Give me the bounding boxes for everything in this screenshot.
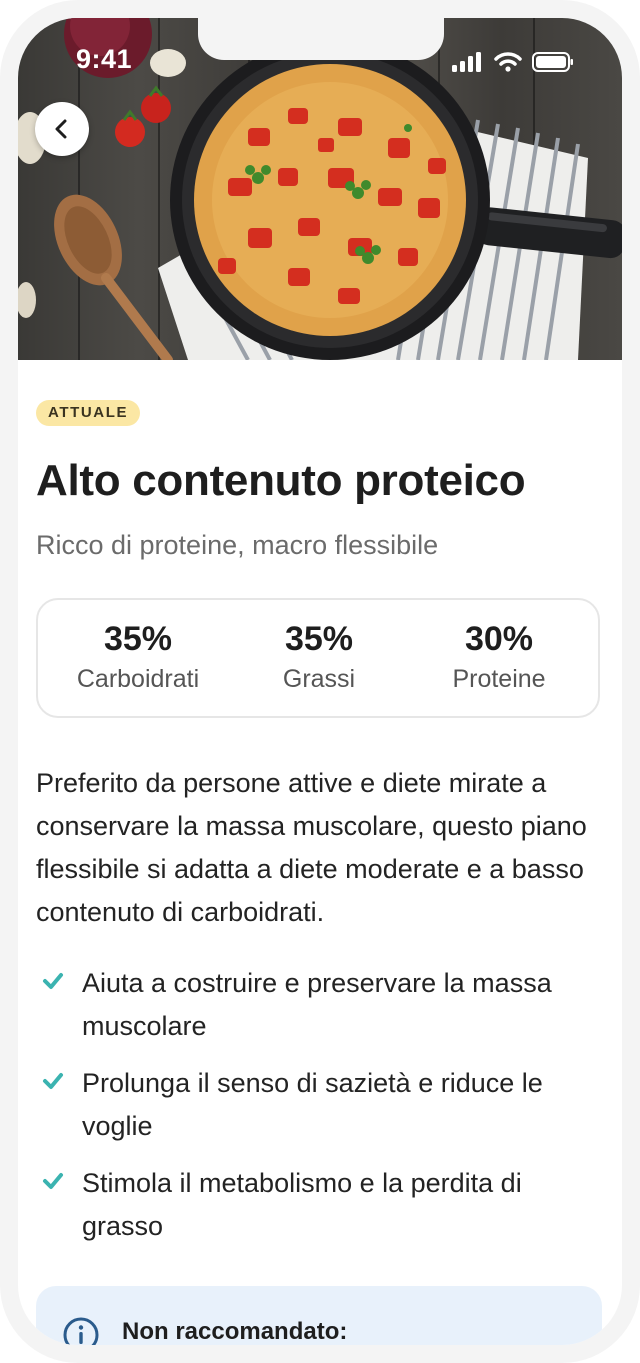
battery-icon	[532, 52, 573, 72]
status-icons	[452, 52, 574, 72]
macro-value: 30%	[464, 620, 534, 658]
check-icon	[43, 1073, 63, 1089]
list-item: Aiuta a costruire e preservare la massa …	[36, 962, 608, 1048]
list-item: Prolunga il senso di sazietà e riduce le…	[36, 1062, 608, 1148]
macro-value: 35%	[103, 620, 173, 658]
not-recommended-notice: Non raccomandato:	[36, 1286, 602, 1345]
benefit-text: Stimola il metabolismo e la perdita di g…	[82, 1168, 522, 1241]
macro-proteins: 30% Proteine	[409, 600, 589, 694]
back-button[interactable]	[35, 102, 89, 156]
chevron-left-icon	[55, 119, 67, 139]
cellular-signal-icon	[452, 52, 481, 72]
macro-label: Grassi	[282, 665, 356, 693]
screen: 9:41 ATTUALE Alto contenuto proteico Ric…	[18, 18, 622, 1345]
macro-label: Proteine	[452, 665, 546, 693]
notice-title: Non raccomandato:	[122, 1318, 348, 1345]
phone-frame: 9:41 ATTUALE Alto contenuto proteico Ric…	[0, 0, 640, 1363]
device-notch	[198, 18, 444, 60]
check-icon	[43, 1173, 63, 1189]
list-item: Stimola il metabolismo e la perdita di g…	[36, 1162, 608, 1248]
benefit-text: Prolunga il senso di sazietà e riduce le…	[82, 1068, 543, 1141]
macro-value: 35%	[284, 620, 354, 658]
benefit-text: Aiuta a costruire e preservare la massa …	[82, 968, 552, 1041]
status-badge: ATTUALE	[36, 400, 141, 426]
status-time: 9:41	[76, 44, 133, 74]
check-icon	[43, 973, 63, 989]
macro-fats: 35% Grassi	[229, 600, 409, 694]
benefits-list: Aiuta a costruire e preservare la massa …	[36, 962, 608, 1262]
macro-label: Carboidrati	[76, 665, 200, 693]
wifi-icon	[494, 52, 522, 72]
macros-card: 35% Carboidrati 35% Grassi 30% Proteine	[36, 598, 600, 718]
info-icon	[63, 1317, 99, 1345]
page-subtitle: Ricco di proteine, macro flessibile	[36, 530, 439, 560]
page-title: Alto contenuto proteico	[36, 456, 526, 505]
macro-carbs: 35% Carboidrati	[48, 600, 228, 694]
plan-description: Preferito da persone attive e diete mira…	[36, 768, 587, 927]
